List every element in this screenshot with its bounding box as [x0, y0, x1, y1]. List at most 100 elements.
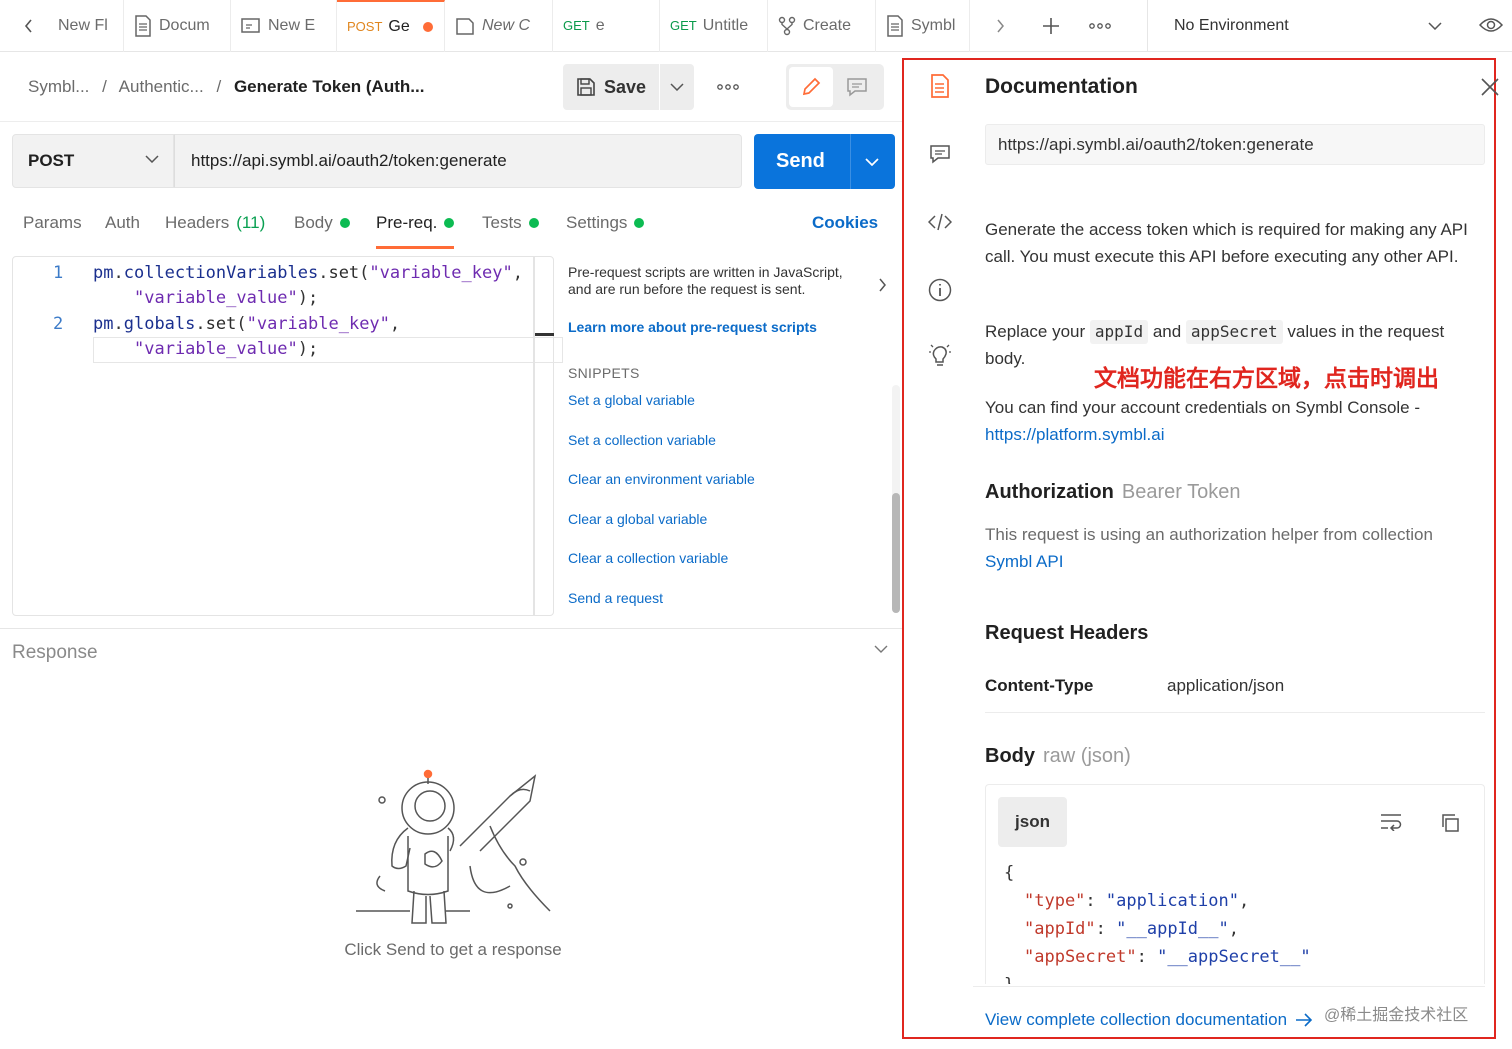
tab-label: New C [482, 16, 531, 34]
environment-quick-look-button[interactable] [1476, 12, 1506, 38]
tab-documentation[interactable]: Docum [124, 0, 231, 52]
tab-new-environment[interactable]: New E [231, 0, 337, 52]
tab-label: Params [23, 213, 82, 232]
tab-new-flow[interactable]: New Fl [58, 0, 124, 52]
chevron-down-icon[interactable] [874, 645, 888, 653]
tab-label: Docum [159, 16, 210, 34]
scroll-tabs-right-button[interactable] [970, 0, 1030, 52]
new-tab-button[interactable] [1030, 0, 1072, 52]
method-badge: POST [347, 19, 383, 34]
url-input[interactable]: https://api.symbl.ai/oauth2/token:genera… [174, 134, 742, 188]
snippet-item[interactable]: Send a request [568, 590, 663, 606]
tab-params[interactable]: Params [23, 213, 82, 233]
eye-icon [1479, 18, 1503, 32]
breadcrumb-separator: / [216, 77, 222, 96]
save-button[interactable]: Save [563, 64, 659, 110]
code-token: , [389, 314, 401, 334]
chevron-down-icon[interactable] [865, 158, 879, 166]
tab-create[interactable]: Create [768, 0, 876, 52]
comment-mode-button[interactable] [833, 67, 881, 107]
code-icon [928, 213, 952, 231]
code-token: set [328, 263, 360, 283]
snippet-item[interactable]: Clear a global variable [568, 511, 707, 527]
code-token: globals [123, 314, 196, 334]
tab-label: New E [268, 16, 316, 34]
tab-auth[interactable]: Auth [105, 213, 140, 233]
info-icon [928, 278, 952, 302]
tab-label: Create [803, 16, 852, 34]
scroll-marker [535, 333, 554, 336]
tab-body[interactable]: Body [294, 213, 350, 233]
status-dot [528, 218, 539, 228]
auth-description: This request is using an authorization h… [985, 521, 1475, 575]
code-token: . [195, 314, 206, 334]
wrap-lines-icon[interactable] [1380, 813, 1402, 831]
snippet-item[interactable]: Set a global variable [568, 392, 695, 408]
tab-label: Symbl [911, 16, 956, 34]
environment-selector[interactable]: No Environment [1147, 0, 1457, 52]
snippet-item[interactable]: Set a collection variable [568, 432, 716, 448]
tab-label: Tests [482, 213, 522, 232]
body-heading: Body raw (json) [985, 745, 1131, 768]
snippet-item[interactable]: Clear a collection variable [568, 550, 728, 566]
rail-code-button[interactable] [926, 208, 954, 236]
doc-description: Generate the access token which is requi… [985, 220, 1468, 266]
view-documentation-link[interactable]: View complete collection documentation [985, 1010, 1313, 1030]
snippet-item[interactable]: Clear an environment variable [568, 471, 755, 487]
rail-documentation-button[interactable] [926, 72, 954, 100]
code-token: pm [93, 263, 114, 283]
collection-link[interactable]: Symbl API [985, 552, 1063, 571]
platform-link[interactable]: https://platform.symbl.ai [985, 425, 1165, 444]
comment-icon [847, 78, 867, 97]
rail-comments-button[interactable] [926, 140, 954, 168]
method-label: POST [28, 151, 75, 170]
rail-info-button[interactable] [926, 276, 954, 304]
close-icon[interactable] [1481, 78, 1499, 96]
code-token: . [113, 314, 124, 334]
tab-get-untitled[interactable]: GET Untitle [660, 0, 768, 52]
heading-text: Body [985, 745, 1035, 767]
edit-mode-button[interactable] [789, 67, 833, 107]
tab-symbl[interactable]: Symbl [876, 0, 970, 52]
tab-new-collection[interactable]: New C [445, 0, 553, 52]
method-select[interactable]: POST [12, 134, 174, 188]
scroll-tabs-left-button[interactable] [0, 0, 58, 52]
send-button[interactable]: Send [754, 134, 895, 189]
breadcrumb-folder[interactable]: Authentic... [119, 77, 204, 96]
tab-options-button[interactable] [1072, 0, 1128, 52]
request-more-button[interactable] [710, 70, 746, 104]
cookies-link[interactable]: Cookies [812, 213, 878, 233]
request-name[interactable]: Generate Token (Auth... [234, 77, 425, 96]
breadcrumb-collection[interactable]: Symbl... [28, 77, 89, 96]
divider [973, 986, 1485, 987]
snippets-scrollbar[interactable] [892, 385, 900, 613]
comment-icon [930, 145, 950, 164]
learn-more-link[interactable]: Learn more about pre-request scripts [568, 319, 817, 335]
rail-related-button[interactable] [926, 342, 954, 370]
watermark: @稀土掘金技术社区 [1324, 1007, 1469, 1024]
tab-tests[interactable]: Tests [482, 213, 539, 233]
snippets-heading: SNIPPETS [568, 365, 640, 381]
tab-prereq[interactable]: Pre-req. [376, 213, 455, 249]
json-key: "type" [1024, 891, 1086, 911]
tab-generate-token[interactable]: POST Ge [337, 0, 445, 52]
editor-minimap-divider [533, 257, 535, 615]
code-token: ( [359, 263, 370, 283]
tab-get-e[interactable]: GET e [553, 0, 660, 52]
line-number: 2 [53, 314, 64, 334]
scrollbar-thumb[interactable] [892, 493, 900, 613]
collapse-panel-icon[interactable] [877, 278, 887, 292]
code-line: pm.collectionVariables.set("variable_key… [93, 263, 523, 283]
line-number: 1 [53, 263, 64, 283]
tab-headers[interactable]: Headers (11) [165, 213, 265, 233]
link-text: View complete collection documentation [985, 1010, 1288, 1029]
save-options-button[interactable] [660, 64, 694, 110]
code-token: . [113, 263, 124, 283]
code-token: "variable_value" [134, 339, 298, 359]
status-dot [444, 218, 455, 228]
header-value: application/json [1167, 676, 1285, 695]
copy-icon[interactable] [1440, 813, 1460, 833]
tab-settings[interactable]: Settings [566, 213, 645, 233]
script-editor[interactable]: 1 pm.collectionVariables.set("variable_k… [12, 256, 563, 616]
tab-label: Untitle [702, 16, 749, 34]
